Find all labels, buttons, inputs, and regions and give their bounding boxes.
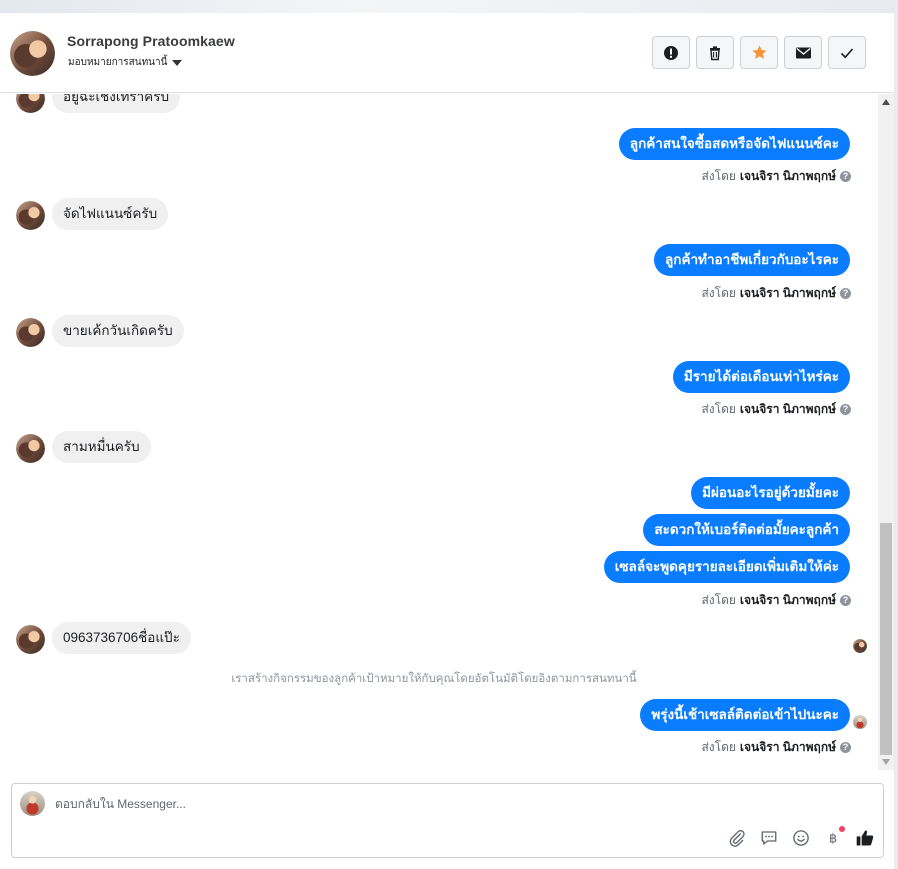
assign-label: มอบหมายการสนทนานี้: [68, 57, 168, 68]
caret-down-icon: [172, 60, 183, 66]
saved-replies-button[interactable]: [759, 828, 779, 848]
outgoing-message[interactable]: เซลล์จะพูดคุยรายละเอียดเพิ่มเติมให้ค่ะ: [603, 551, 850, 583]
help-icon[interactable]: ?: [840, 595, 851, 606]
contact-avatar-small: [16, 318, 45, 347]
trash-icon: [710, 45, 720, 60]
reply-composer: ฿: [11, 783, 884, 858]
help-icon[interactable]: ?: [840, 404, 851, 415]
scroll-up-arrow[interactable]: [882, 99, 890, 105]
sent-by-label: ส่งโดย เจนจิรา นิภาพฤกษ์ ?: [701, 167, 851, 186]
contact-avatar-small: [16, 201, 45, 230]
delete-button[interactable]: [696, 36, 734, 69]
incoming-message[interactable]: จัดไฟแนนซ์ครับ: [52, 198, 169, 230]
sent-by-agent: เจนจิรา นิภาพฤกษ์: [739, 402, 836, 416]
saved-reply-icon: [761, 831, 777, 845]
incoming-message[interactable]: ขายเค้กวันเกิดครับ: [52, 315, 184, 347]
seen-indicator-avatar: [853, 715, 867, 729]
paperclip-icon: [729, 830, 745, 847]
sent-by-label: ส่งโดย เจนจิรา นิภาพฤกษ์ ?: [701, 591, 851, 610]
scroll-thumb[interactable]: [880, 523, 892, 755]
baht-icon: ฿: [829, 832, 837, 847]
thumbs-up-icon: [856, 830, 874, 846]
sent-by-agent: เจนจิรา นิภาพฤกษ์: [739, 740, 836, 754]
conversation-panel: Sorrapong Pratoomkaew มอบหมายการสนทนานี้: [0, 13, 894, 869]
sent-by-label: ส่งโดย เจนจิรา นิภาพฤกษ์ ?: [701, 284, 851, 303]
payment-button[interactable]: ฿: [823, 826, 845, 848]
sent-by-agent: เจนจิรา นิภาพฤกษ์: [739, 169, 836, 183]
attach-button[interactable]: [727, 828, 747, 848]
contact-name[interactable]: Sorrapong Pratoomkaew: [67, 33, 235, 49]
scroll-down-arrow[interactable]: [882, 759, 890, 765]
emoji-icon: [793, 830, 809, 846]
star-button[interactable]: [740, 36, 778, 69]
emoji-button[interactable]: [791, 828, 811, 848]
page-avatar: [20, 791, 45, 816]
header-actions: [652, 36, 866, 69]
notification-dot: [839, 826, 845, 832]
mark-unread-button[interactable]: [784, 36, 822, 69]
system-note: เราสร้างกิจกรรมของลูกค้าเป้าหมายให้กับคุ…: [231, 673, 637, 685]
conversation-header: Sorrapong Pratoomkaew มอบหมายการสนทนานี้: [0, 13, 894, 93]
contact-avatar-small: [16, 625, 45, 654]
svg-text:฿: ฿: [829, 832, 837, 847]
outgoing-message[interactable]: สะดวกให้เบอร์ติดต่อมั้ยคะลูกค้า: [643, 514, 850, 546]
check-icon: [840, 47, 854, 58]
outgoing-message[interactable]: พรุ่งนี้เช้าเซลล์ติดต่อเข้าไปนะคะ: [640, 699, 850, 731]
mail-icon: [795, 47, 811, 58]
sent-by-prefix: ส่งโดย: [701, 286, 736, 300]
sent-by-agent: เจนจิรา นิภาพฤกษ์: [739, 593, 836, 607]
sent-by-prefix: ส่งโดย: [701, 169, 736, 183]
like-button[interactable]: [855, 828, 875, 848]
browser-top-strip: [0, 0, 898, 13]
contact-avatar-small: [16, 434, 45, 463]
help-icon[interactable]: ?: [840, 742, 851, 753]
sent-by-prefix: ส่งโดย: [701, 402, 736, 416]
message-thread[interactable]: อยู่ฉะเชิงเทราครับ ลูกค้าสนใจซื้อสดหรือจ…: [0, 94, 878, 770]
outgoing-message[interactable]: มีรายได้ต่อเดือนเท่าไหร่คะ: [672, 361, 850, 393]
incoming-message[interactable]: 0963736706ชื่อแป๊ะ: [52, 622, 191, 654]
composer-tools: ฿: [727, 826, 875, 848]
mark-spam-button[interactable]: [652, 36, 690, 69]
sent-by-agent: เจนจิรา นิภาพฤกษ์: [739, 286, 836, 300]
sent-by-label: ส่งโดย เจนจิรา นิภาพฤกษ์ ?: [701, 400, 851, 419]
seen-indicator-avatar: [853, 639, 867, 653]
outgoing-message[interactable]: มีผ่อนอะไรอยู่ด้วยมั้ยคะ: [691, 477, 850, 509]
outgoing-message[interactable]: ลูกค้าทำอาชีพเกี่ยวกับอะไรคะ: [654, 244, 850, 276]
message-scrollbar[interactable]: [878, 94, 894, 770]
contact-avatar-small: [16, 94, 45, 113]
reply-input[interactable]: [55, 797, 655, 811]
incoming-message[interactable]: สามหมื่นครับ: [52, 431, 151, 463]
help-icon[interactable]: ?: [840, 288, 851, 299]
outgoing-message[interactable]: ลูกค้าสนใจซื้อสดหรือจัดไฟแนนซ์คะ: [618, 128, 850, 160]
sent-by-prefix: ส่งโดย: [701, 593, 736, 607]
assign-conversation-dropdown[interactable]: มอบหมายการสนทนานี้: [68, 55, 183, 70]
alert-icon: [664, 45, 678, 60]
sent-by-prefix: ส่งโดย: [701, 740, 736, 754]
contact-avatar[interactable]: [10, 31, 55, 76]
help-icon[interactable]: ?: [840, 171, 851, 182]
star-icon: [751, 45, 767, 59]
mark-done-button[interactable]: [828, 36, 866, 69]
incoming-message[interactable]: อยู่ฉะเชิงเทราครับ: [52, 94, 181, 113]
sent-by-label: ส่งโดย เจนจิรา นิภาพฤกษ์ ?: [701, 738, 851, 757]
